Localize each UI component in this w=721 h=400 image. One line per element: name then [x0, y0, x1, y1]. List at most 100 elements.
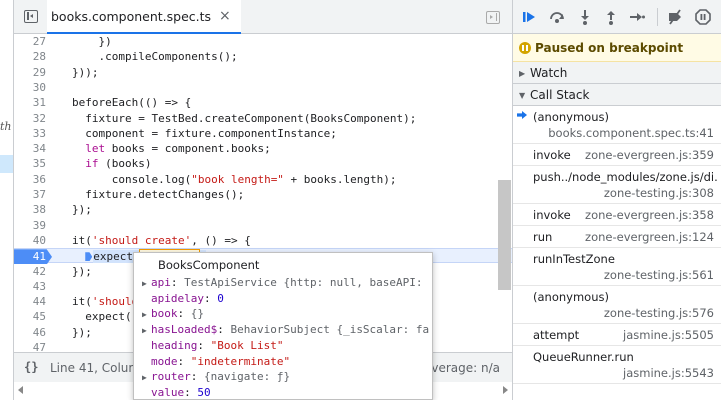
code-line[interactable]: 36 console.log("book length=" + books.le… [14, 172, 512, 187]
code-line[interactable]: 33 component = fixture.componentInstance… [14, 126, 512, 141]
popover-property-row[interactable]: ▶ hasLoaded$: BehaviorSubject {_isScalar:… [142, 322, 432, 337]
property-key: api [151, 276, 171, 289]
resume-icon[interactable] [521, 9, 537, 25]
close-icon[interactable]: × [219, 8, 231, 24]
step-out-icon[interactable] [603, 9, 619, 25]
step-into-icon[interactable] [577, 9, 593, 25]
call-frame-location[interactable]: jasmine.js:5543 [623, 366, 714, 380]
pause-on-exceptions-icon[interactable] [695, 9, 711, 25]
code-line[interactable]: 27 }) [14, 34, 512, 49]
expand-triangle-icon[interactable]: ▶ [142, 370, 151, 384]
code-line[interactable]: 29})); [14, 65, 512, 80]
property-value: "indeterminate" [190, 354, 291, 368]
call-frame[interactable]: attempt jasmine.js:5505 [513, 324, 721, 346]
watch-label: Watch [530, 66, 568, 80]
current-frame-arrow-icon [517, 111, 527, 119]
line-number[interactable]: 37 [14, 187, 52, 202]
call-frame-location[interactable]: zone-evergreen.js:359 [585, 148, 714, 162]
line-number[interactable]: 39 [14, 218, 52, 233]
property-key: apidelay [151, 291, 204, 305]
property-value: {navigate: ƒ} [204, 370, 291, 384]
line-number[interactable]: 36 [14, 172, 52, 187]
code-line[interactable]: 28 .compileComponents(); [14, 49, 512, 64]
code-line[interactable]: 30 [14, 80, 512, 95]
line-number[interactable]: 28 [14, 49, 52, 64]
line-number[interactable]: 30 [14, 80, 52, 95]
call-frame-function: push../node_modules/zone.js/di... [533, 170, 718, 184]
line-number[interactable]: 33 [14, 126, 52, 141]
code-line[interactable]: 37 fixture.detectChanges(); [14, 187, 512, 202]
call-frame-location[interactable]: zone-testing.js:576 [604, 306, 714, 320]
code-line[interactable]: 34 let books = component.books; [14, 141, 512, 156]
call-frame[interactable]: invoke zone-evergreen.js:359 [513, 144, 721, 166]
line-number[interactable]: 34 [14, 141, 52, 156]
call-frame-location[interactable]: zone-evergreen.js:124 [585, 230, 714, 244]
code-line[interactable]: 38}); [14, 202, 512, 217]
expand-triangle-icon[interactable]: ▶ [142, 323, 151, 337]
tab-books-component-spec[interactable]: books.component.spec.ts × [47, 0, 241, 34]
line-number[interactable]: 27 [14, 34, 52, 49]
navigator-selected-row[interactable] [0, 155, 13, 173]
line-number[interactable]: 35 [14, 156, 52, 171]
property-key: router [151, 370, 191, 384]
debugger-toggle-icon[interactable] [486, 11, 500, 24]
vertical-scrollbar[interactable] [498, 180, 511, 290]
call-frame-location[interactable]: zone-testing.js:308 [604, 186, 714, 200]
watch-section-header[interactable]: ▶ Watch [513, 62, 721, 84]
call-frame[interactable]: run zone-evergreen.js:124 [513, 226, 721, 248]
execution-marker-icon[interactable] [85, 252, 93, 262]
navigator-toggle-icon[interactable] [24, 10, 38, 23]
step-over-icon[interactable] [549, 9, 565, 25]
line-number[interactable]: 47 [14, 340, 52, 352]
navigator-text-fragment: th [0, 120, 12, 133]
popover-property-row[interactable]: ▶ api: TestApiService {http: null, baseAP… [142, 275, 432, 290]
property-separator: : [184, 385, 198, 399]
expand-triangle-icon[interactable]: ▶ [142, 276, 151, 290]
line-number[interactable]: 38 [14, 202, 52, 217]
line-number[interactable]: 46 [14, 325, 52, 340]
code-line[interactable]: 35 if (books) [14, 156, 512, 171]
popover-property-row: value: 50 [142, 385, 432, 399]
code-line[interactable]: 32 fixture = TestBed.createComponent(Boo… [14, 111, 512, 126]
popover-property-row[interactable]: ▶ router: {navigate: ƒ} [142, 369, 432, 384]
paused-message: Paused on breakpoint [535, 41, 684, 55]
call-frame-location[interactable]: zone-testing.js:561 [604, 268, 714, 282]
call-frame[interactable]: (anonymous) books.component.spec.ts:41 [513, 106, 721, 144]
cursor-position: Line 41, Colum [50, 361, 141, 375]
line-number[interactable]: 45 [14, 309, 52, 324]
line-number[interactable]: 29 [14, 65, 52, 80]
step-icon[interactable] [629, 9, 645, 25]
popover-property-row[interactable]: ▶ book: {} [142, 306, 432, 321]
call-frame-location[interactable]: jasmine.js:5505 [623, 328, 714, 342]
scroll-left-icon[interactable] [18, 386, 23, 394]
pretty-print-icon[interactable]: {} [24, 360, 38, 374]
call-frame[interactable]: (anonymous) zone-testing.js:576 [513, 286, 721, 324]
call-stack-section-header[interactable]: ▼ Call Stack [513, 84, 721, 106]
call-frame[interactable]: QueueRunner.run jasmine.js:5543 [513, 346, 721, 384]
property-key: value [151, 385, 185, 399]
line-number[interactable]: 44 [14, 294, 52, 309]
chevron-right-icon: ▶ [519, 69, 526, 78]
call-frame[interactable]: invoke zone-evergreen.js:358 [513, 204, 721, 226]
code-line[interactable]: 40 it('should create', () => { [14, 233, 512, 248]
line-number[interactable]: 31 [14, 95, 52, 110]
property-separator: : [197, 338, 211, 352]
line-number[interactable]: 42 [14, 264, 52, 279]
pause-icon [519, 42, 531, 54]
line-number[interactable]: 32 [14, 111, 52, 126]
line-number[interactable]: 40 [14, 233, 52, 248]
expand-triangle-icon[interactable]: ▶ [142, 307, 151, 321]
call-frame-function: (anonymous) [533, 290, 609, 304]
code-line[interactable]: 39 [14, 218, 512, 233]
breakpoint-line-number[interactable]: 41 [14, 249, 52, 265]
property-separator: : [177, 354, 191, 368]
call-frame[interactable]: push../node_modules/zone.js/di... zone-te… [513, 166, 721, 204]
deactivate-breakpoints-icon[interactable] [667, 9, 683, 25]
line-number[interactable]: 43 [14, 279, 52, 294]
call-frame-location[interactable]: zone-evergreen.js:358 [585, 208, 714, 222]
popover-property-row: apidelay: 0 [142, 291, 432, 306]
call-frame-location[interactable]: books.component.spec.ts:41 [548, 126, 714, 140]
code-line[interactable]: 31 beforeEach(() => { [14, 95, 512, 110]
scroll-right-icon[interactable] [503, 386, 508, 394]
call-frame[interactable]: runInTestZone zone-testing.js:561 [513, 248, 721, 286]
